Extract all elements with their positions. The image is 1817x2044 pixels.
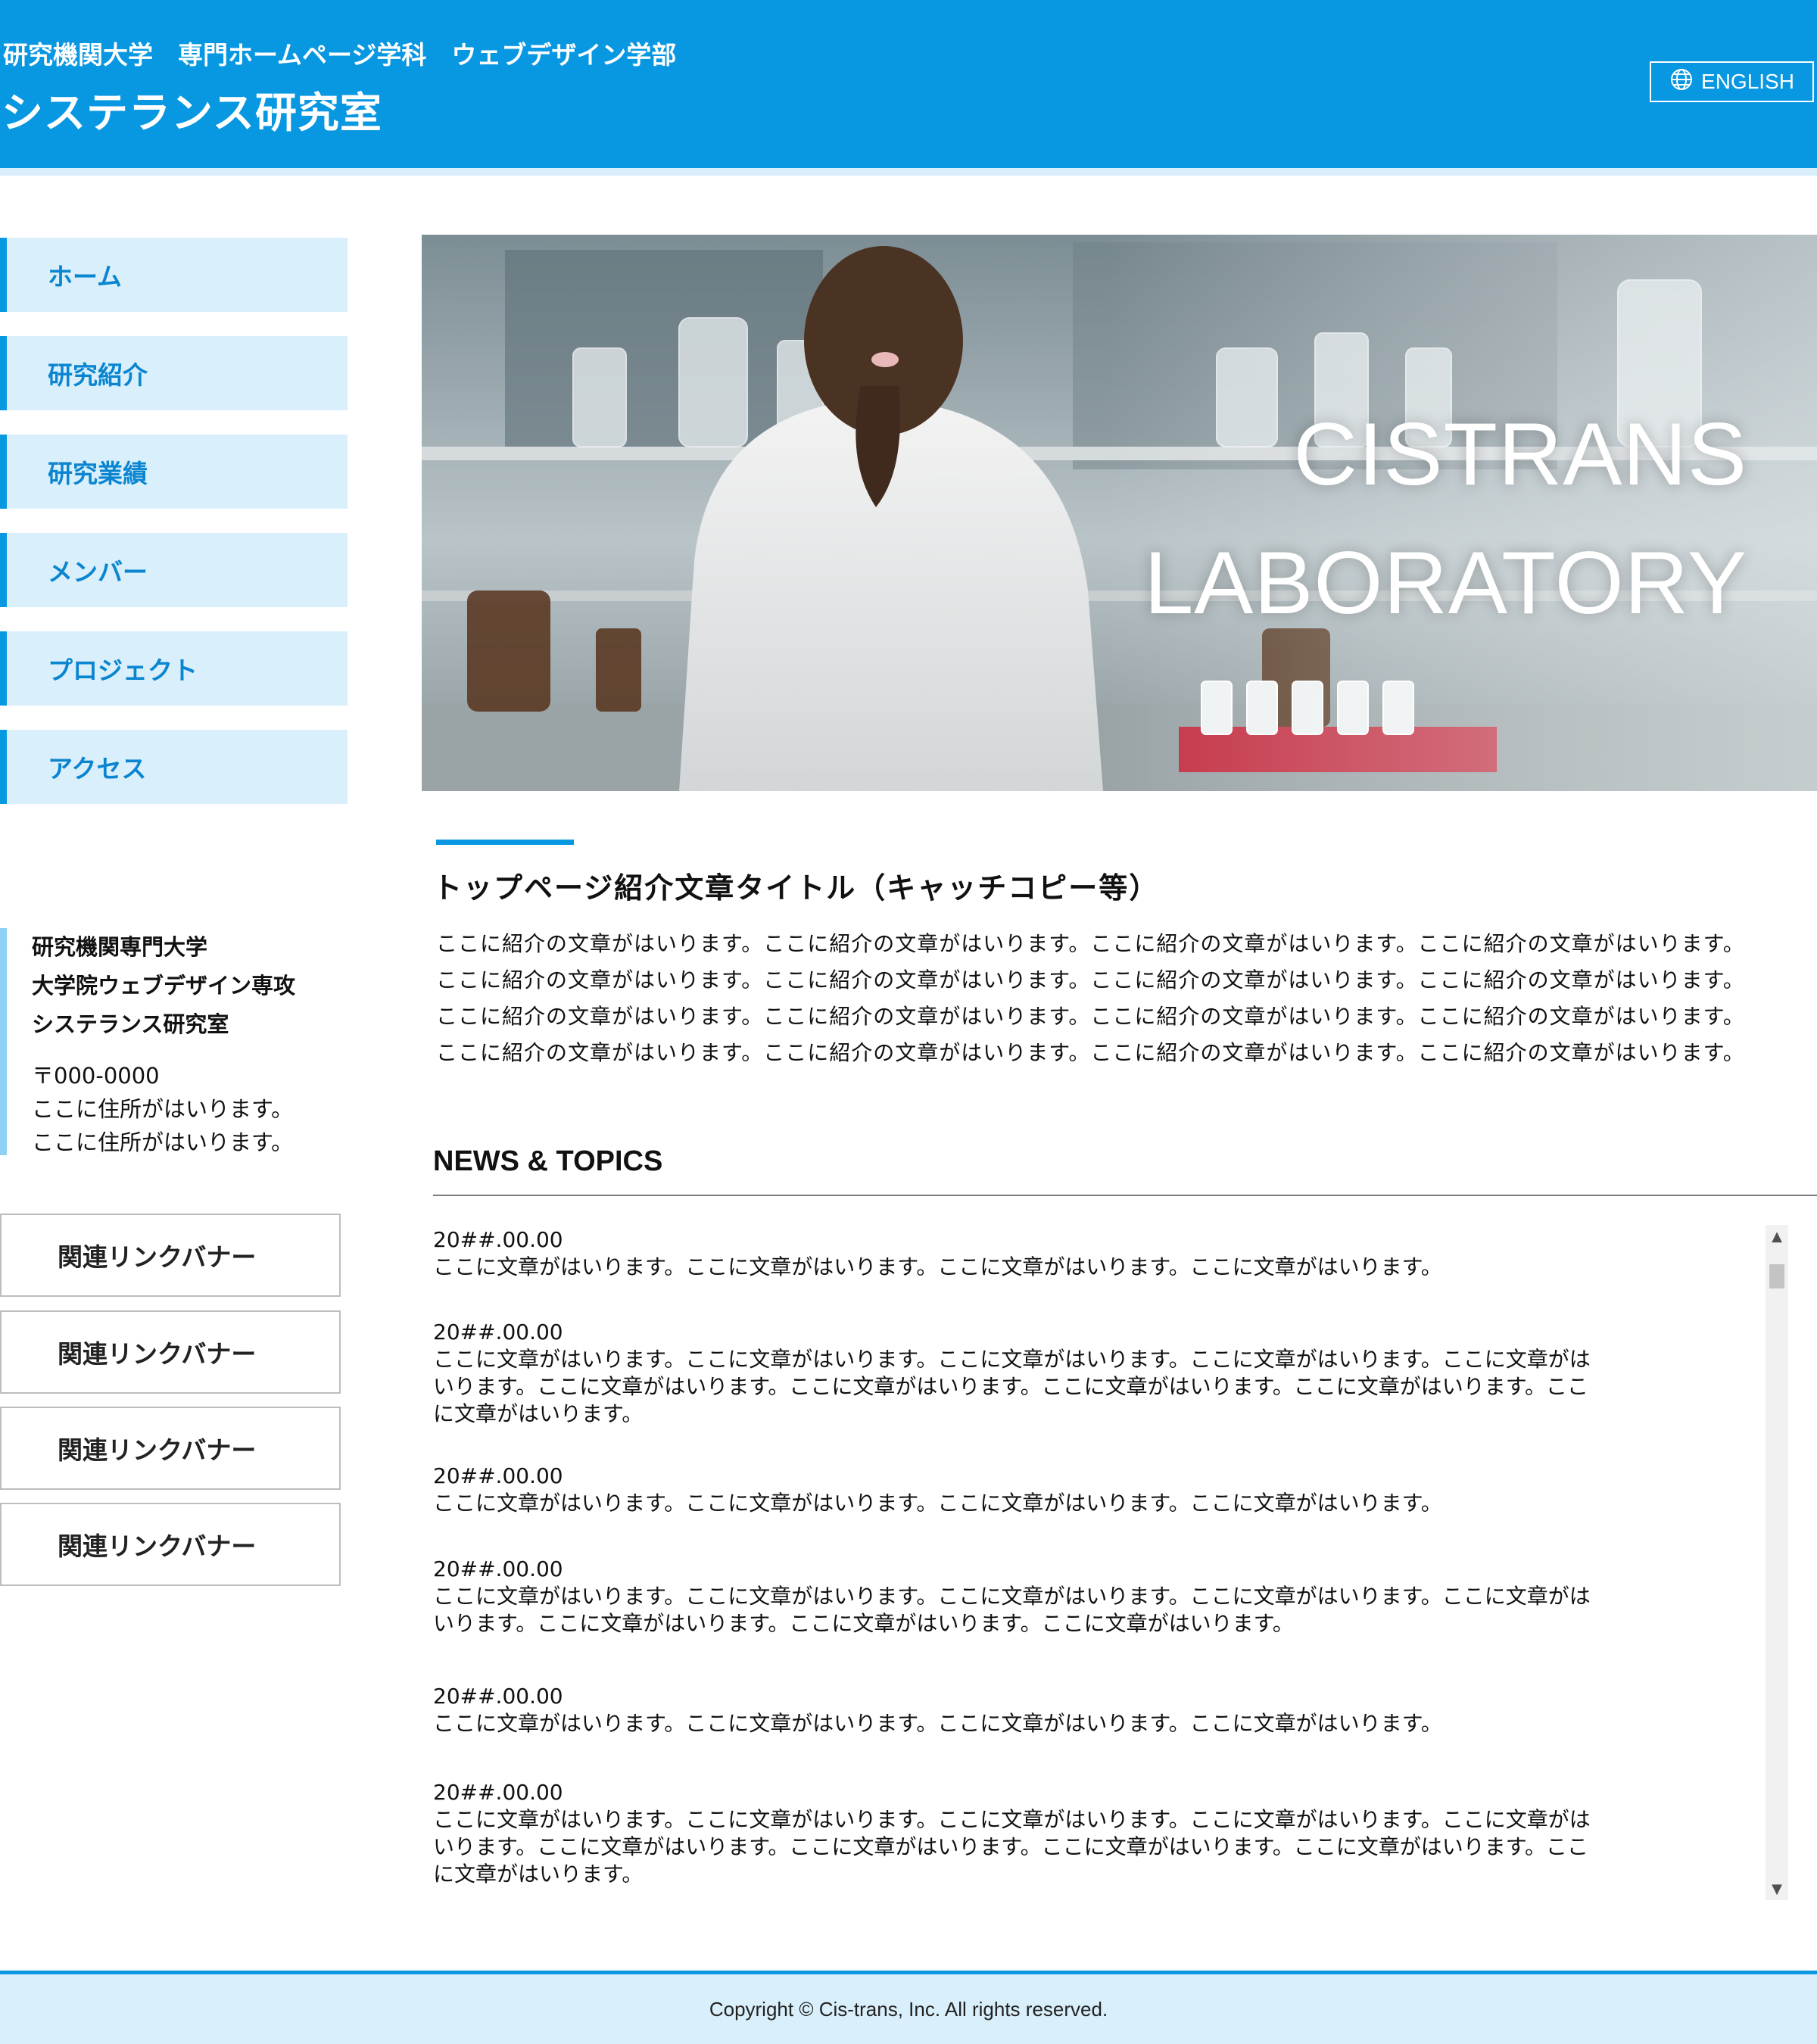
hero-line-1: CISTRANS — [1293, 404, 1747, 503]
site-subtitle: 研究機関大学 専門ホームページ学科 ウェブデザイン学部 — [3, 40, 677, 70]
scrollbar-thumb[interactable] — [1769, 1264, 1784, 1288]
news-text-line: いります。ここに文章がはいります。ここに文章がはいります。ここに文章がはいります… — [433, 1834, 1589, 1859]
english-button[interactable]: ENGLISH — [1650, 61, 1814, 102]
scroll-down-arrow-icon[interactable]: ▼ — [1766, 1877, 1788, 1900]
site-header: 研究機関大学 専門ホームページ学科 ウェブデザイン学部 システランス研究室 EN… — [0, 0, 1817, 168]
intro-line: ここに紹介の文章がはいります。ここに紹介の文章がはいります。ここに紹介の文章がは… — [436, 967, 1745, 992]
news-item: 20##.00.00 ここに文章がはいります。ここに文章がはいります。ここに文章… — [433, 1319, 1682, 1428]
news-date: 20##.00.00 — [433, 1227, 563, 1252]
news-date: 20##.00.00 — [433, 1320, 563, 1344]
news-title: NEWS & TOPICS — [433, 1145, 663, 1177]
news-text-line: に文章がはいります。 — [433, 1862, 644, 1887]
news-date: 20##.00.00 — [433, 1463, 563, 1488]
globe-icon — [1669, 67, 1694, 97]
news-date: 20##.00.00 — [433, 1780, 563, 1805]
news-date: 20##.00.00 — [433, 1684, 563, 1709]
news-text-line: に文章がはいります。 — [433, 1401, 644, 1426]
address-street-2: ここに住所がはいります。 — [32, 1129, 294, 1155]
nav-item-achievements[interactable]: 研究業績 — [0, 435, 348, 509]
intro-accent-bar — [436, 840, 574, 845]
address-street-1: ここに住所がはいります。 — [32, 1096, 294, 1122]
news-text-line: ここに文章がはいります。ここに文章がはいります。ここに文章がはいります。ここに文… — [433, 1711, 1442, 1736]
copyright-text: Copyright © Cis-trans, Inc. All rights r… — [709, 1997, 1108, 2021]
nav-item-home[interactable]: ホーム — [0, 238, 348, 312]
hero-heading: CISTRANS LABORATORY — [1144, 390, 1747, 647]
nav-item-projects[interactable]: プロジェクト — [0, 631, 348, 706]
intro-text: ここに紹介の文章がはいります。ここに紹介の文章がはいります。ここに紹介の文章がは… — [436, 926, 1799, 1071]
scroll-up-arrow-icon[interactable]: ▲ — [1766, 1225, 1788, 1248]
intro-line: ここに紹介の文章がはいります。ここに紹介の文章がはいります。ここに紹介の文章がは… — [436, 1004, 1745, 1029]
news-text-line: ここに文章がはいります。ここに文章がはいります。ここに文章がはいります。ここに文… — [433, 1807, 1591, 1832]
address-lab: システランス研究室 — [32, 1011, 229, 1037]
address-postal: 〒000-0000 — [32, 1063, 160, 1089]
news-item: 20##.00.00 ここに文章がはいります。ここに文章がはいります。ここに文章… — [433, 1556, 1682, 1637]
related-link-banner-2[interactable]: 関連リンクバナー — [0, 1310, 341, 1394]
lab-address: 研究機関専門大学 大学院ウェブデザイン専攻 システランス研究室 〒000-000… — [0, 928, 333, 1155]
hero-image: CISTRANS LABORATORY — [422, 235, 1817, 791]
header-divider — [0, 168, 1817, 176]
news-item: 20##.00.00 ここに文章がはいります。ここに文章がはいります。ここに文章… — [433, 1779, 1682, 1888]
news-scrollbar[interactable]: ▲ ▼ — [1766, 1225, 1788, 1900]
related-link-banner-3[interactable]: 関連リンクバナー — [0, 1407, 341, 1490]
news-date: 20##.00.00 — [433, 1556, 563, 1581]
site-footer: Copyright © Cis-trans, Inc. All rights r… — [0, 1974, 1817, 2044]
news-item: 20##.00.00 ここに文章がはいります。ここに文章がはいります。ここに文章… — [433, 1683, 1682, 1737]
related-link-banner-1[interactable]: 関連リンクバナー — [0, 1214, 341, 1297]
news-list[interactable]: 20##.00.00 ここに文章がはいります。ここに文章がはいります。ここに文章… — [433, 1226, 1690, 1893]
nav-item-members[interactable]: メンバー — [0, 533, 348, 607]
site-title[interactable]: システランス研究室 — [2, 79, 382, 139]
hero-line-2: LABORATORY — [1144, 533, 1747, 632]
address-department: 大学院ウェブデザイン専攻 — [32, 973, 296, 999]
news-text-line: いります。ここに文章がはいります。ここに文章がはいります。ここに文章がはいります… — [433, 1374, 1589, 1399]
nav-item-research[interactable]: 研究紹介 — [0, 336, 348, 410]
news-text-line: いります。ここに文章がはいります。ここに文章がはいります。ここに文章がはいります… — [433, 1611, 1294, 1636]
intro-line: ここに紹介の文章がはいります。ここに紹介の文章がはいります。ここに紹介の文章がは… — [436, 931, 1745, 956]
news-item: 20##.00.00 ここに文章がはいります。ここに文章がはいります。ここに文章… — [433, 1463, 1682, 1517]
news-text-line: ここに文章がはいります。ここに文章がはいります。ここに文章がはいります。ここに文… — [433, 1491, 1442, 1516]
related-link-banner-4[interactable]: 関連リンクバナー — [0, 1503, 341, 1586]
news-item: 20##.00.00 ここに文章がはいります。ここに文章がはいります。ここに文章… — [433, 1226, 1682, 1281]
english-label: ENGLISH — [1701, 70, 1794, 93]
nav-item-access[interactable]: アクセス — [0, 730, 348, 804]
news-divider — [433, 1195, 1817, 1196]
address-university: 研究機関専門大学 — [32, 934, 208, 960]
news-text-line: ここに文章がはいります。ここに文章がはいります。ここに文章がはいります。ここに文… — [433, 1584, 1591, 1609]
news-text-line: ここに文章がはいります。ここに文章がはいります。ここに文章がはいります。ここに文… — [433, 1347, 1591, 1372]
news-text-line: ここに文章がはいります。ここに文章がはいります。ここに文章がはいります。ここに文… — [433, 1254, 1442, 1279]
intro-line: ここに紹介の文章がはいります。ここに紹介の文章がはいります。ここに紹介の文章がは… — [436, 1040, 1745, 1065]
intro-title: トップページ紹介文章タイトル（キャッチコピー等） — [433, 871, 1160, 905]
